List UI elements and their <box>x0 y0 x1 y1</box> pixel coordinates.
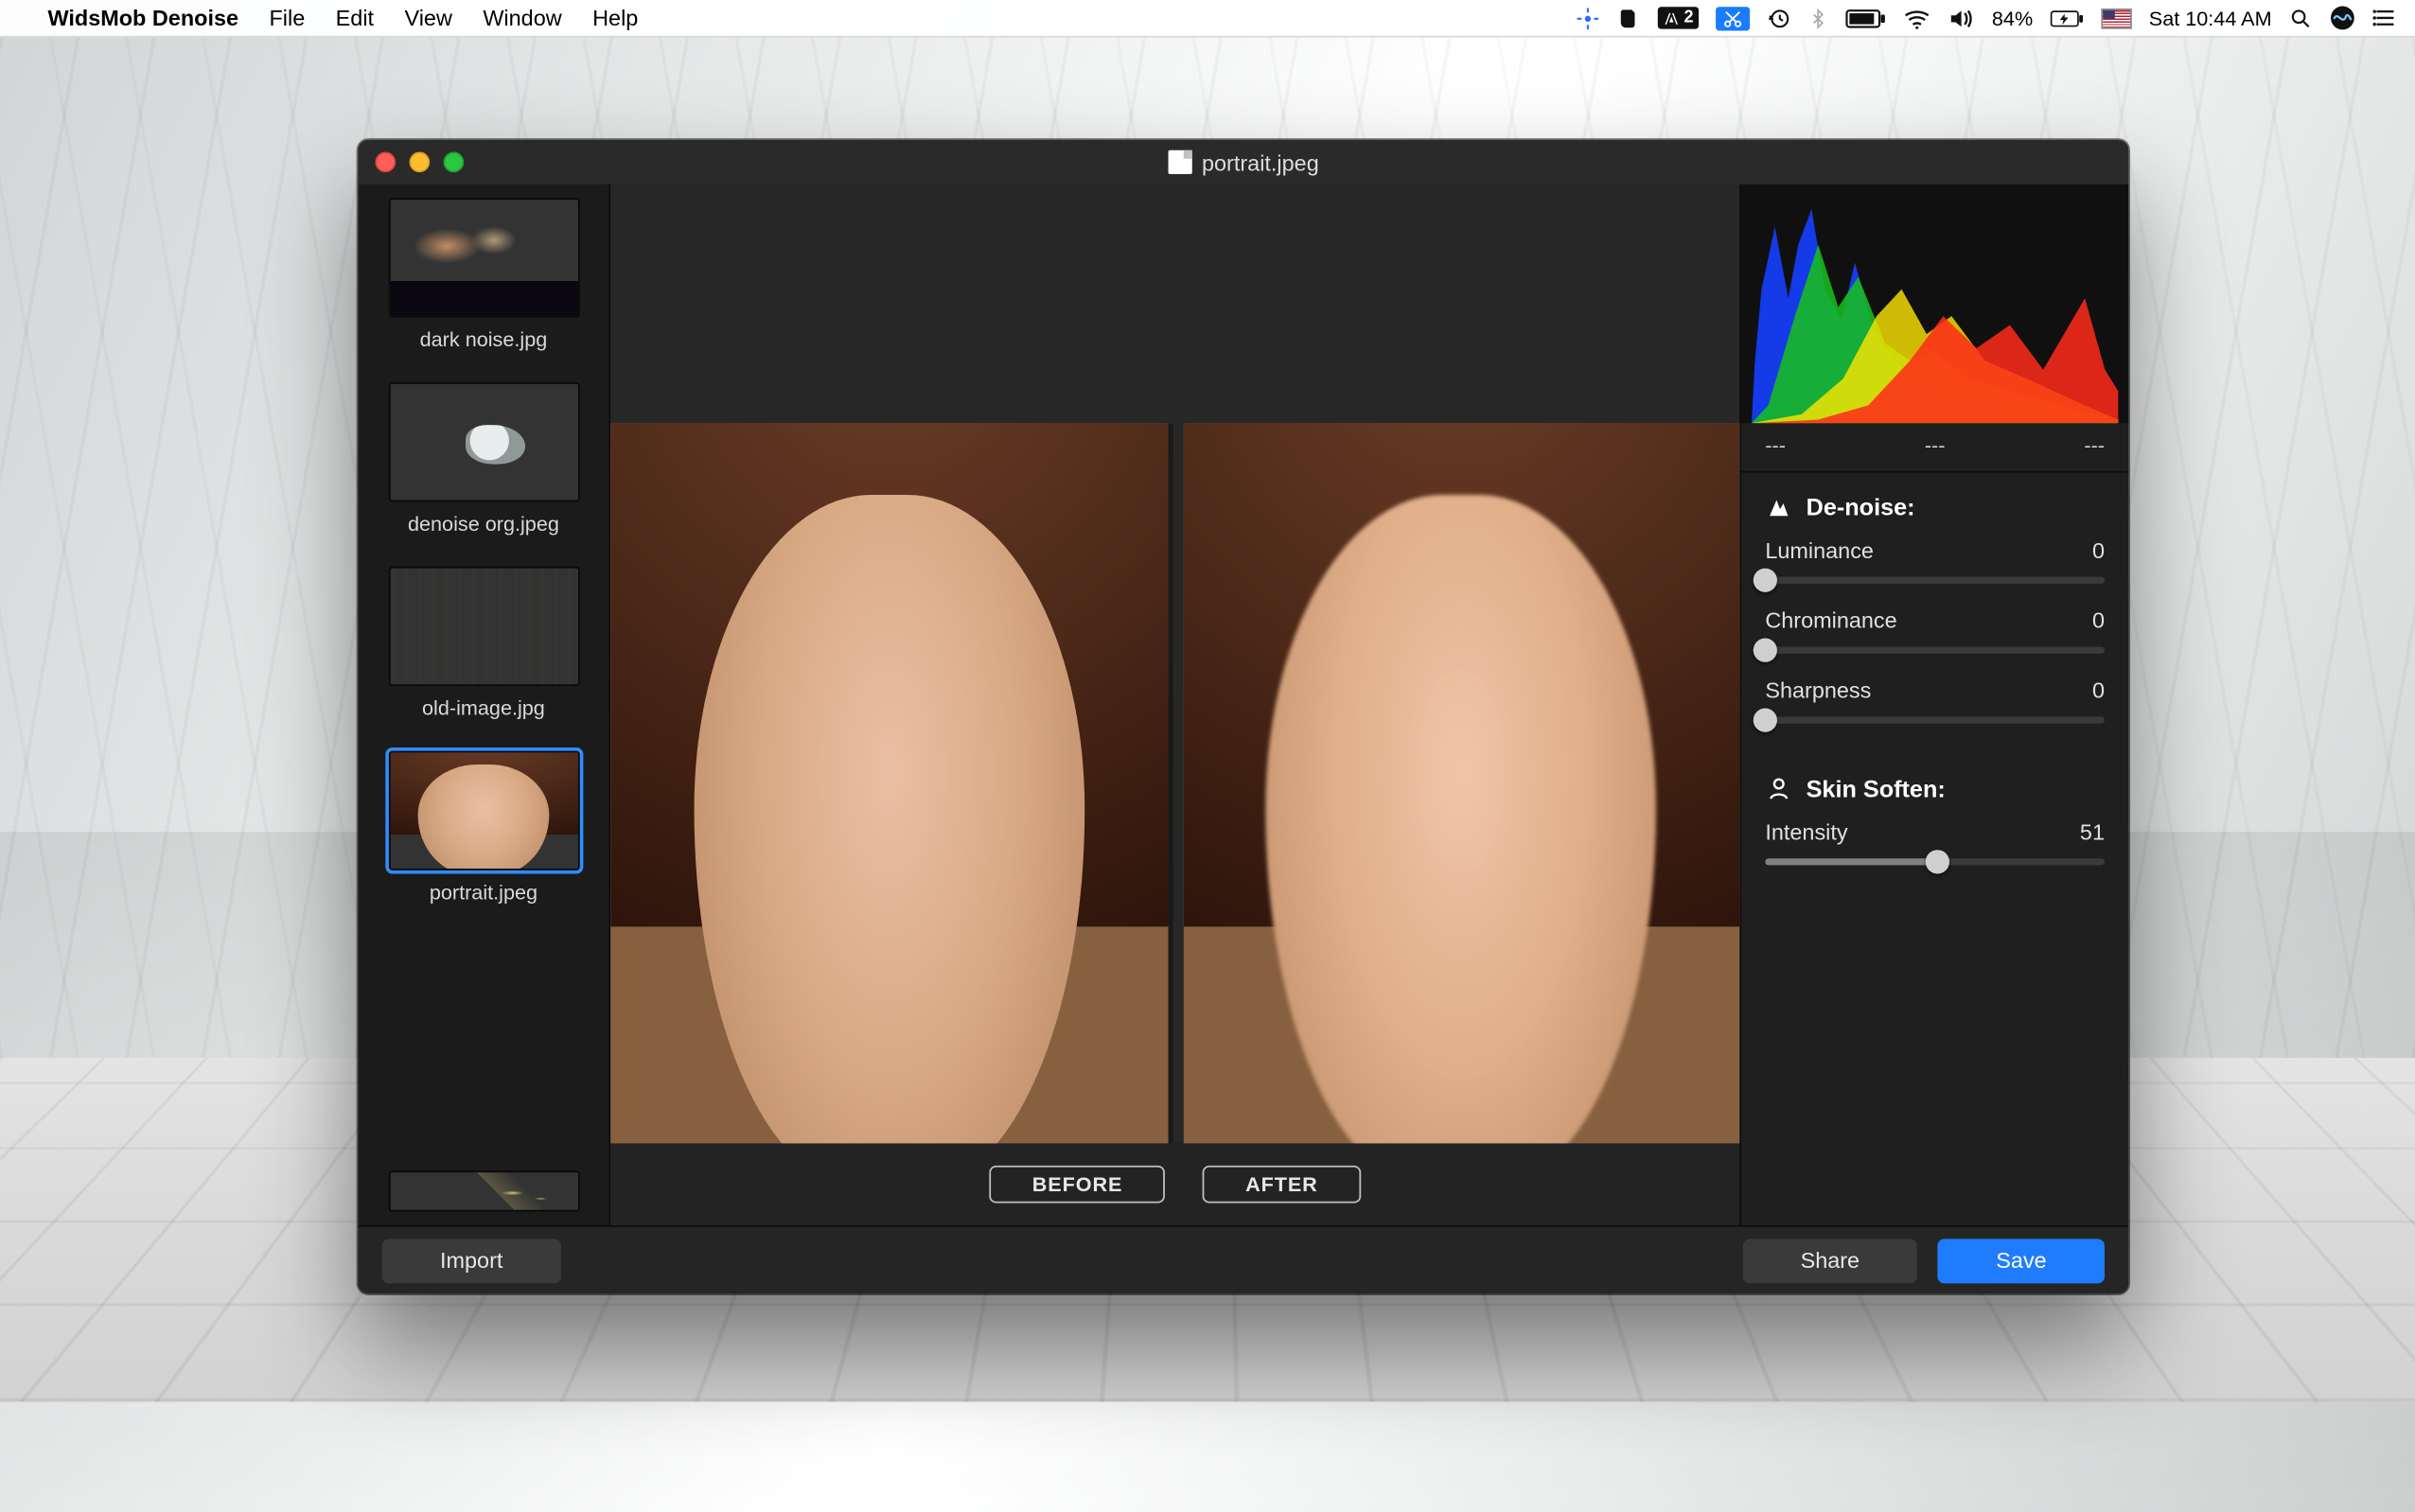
notification-center-icon[interactable] <box>2372 7 2398 28</box>
menubar-item-help[interactable]: Help <box>592 5 638 30</box>
denoise-section-title: De-noise: <box>1807 493 1915 520</box>
chrominance-slider[interactable] <box>1765 647 2105 654</box>
battery-percent: 84% <box>1992 6 2033 29</box>
thumbnail-caption: old-image.jpg <box>422 696 545 720</box>
thumbnail-image <box>388 567 579 686</box>
menubar-app-name[interactable]: WidsMob Denoise <box>47 5 238 30</box>
menubar-item-file[interactable]: File <box>269 5 305 30</box>
window-titlebar[interactable]: portrait.jpeg <box>358 140 2128 185</box>
properties-panel: --- --- --- De-noise: Luminance 0 <box>1739 185 2128 1225</box>
volume-icon[interactable] <box>1948 8 1975 28</box>
portrait-face-after <box>1183 423 1739 1143</box>
spotlight-icon[interactable] <box>2289 6 2313 29</box>
thumbnail-caption: denoise org.jpeg <box>408 512 559 536</box>
import-button[interactable]: Import <box>382 1239 561 1283</box>
thumbnail-caption: portrait.jpeg <box>430 881 538 905</box>
share-button[interactable]: Share <box>1742 1239 1917 1283</box>
before-button[interactable]: BEFORE <box>990 1166 1166 1204</box>
wifi-icon[interactable] <box>1903 8 1930 28</box>
bluetooth-icon[interactable] <box>1807 6 1828 29</box>
save-button[interactable]: Save <box>1938 1239 2105 1283</box>
thumbnail-sidebar[interactable]: dark noise.jpg denoise org.jpeg old-imag… <box>358 185 610 1225</box>
window-title: portrait.jpeg <box>1202 149 1319 175</box>
intensity-value: 51 <box>2080 819 2105 845</box>
thumbnail-item[interactable]: denoise org.jpeg <box>375 382 591 536</box>
siri-icon[interactable] <box>2330 5 2355 30</box>
chrominance-value: 0 <box>2092 607 2105 633</box>
intensity-label: Intensity <box>1765 819 1847 845</box>
menubar-item-edit[interactable]: Edit <box>336 5 374 30</box>
before-image[interactable] <box>610 423 1172 1143</box>
skin-soften-icon <box>1765 775 1792 802</box>
thumbnail-image <box>388 382 579 501</box>
skin-section-title: Skin Soften: <box>1807 775 1946 802</box>
sharpness-value: 0 <box>2092 677 2105 703</box>
evernote-icon[interactable] <box>1617 6 1641 29</box>
time-machine-icon[interactable] <box>1767 6 1790 29</box>
luminance-slider[interactable] <box>1765 577 2105 584</box>
sharpness-label: Sharpness <box>1765 677 1871 703</box>
histogram-value-1: --- <box>1765 433 1786 457</box>
portrait-face <box>390 752 577 869</box>
bottom-toolbar: Import Share Save <box>358 1225 2128 1293</box>
after-button[interactable]: AFTER <box>1203 1166 1361 1204</box>
battery-charge-icon <box>2050 8 2084 28</box>
slider-knob[interactable] <box>1754 708 1777 731</box>
macos-menubar: WidsMob Denoise File Edit View Window He… <box>0 0 2415 38</box>
denoise-icon <box>1765 493 1792 520</box>
thumbnail-item[interactable] <box>375 1170 591 1211</box>
after-image[interactable] <box>1183 423 1739 1143</box>
slider-knob[interactable] <box>1754 639 1777 662</box>
thumbnail-item[interactable]: old-image.jpg <box>375 567 591 720</box>
portrait-face-before <box>610 423 1167 1143</box>
slider-knob[interactable] <box>1927 850 1950 873</box>
thumbnail-item[interactable]: dark noise.jpg <box>375 198 591 351</box>
slider-knob[interactable] <box>1754 569 1777 592</box>
chrominance-label: Chrominance <box>1765 607 1896 633</box>
snip-icon[interactable] <box>1716 6 1750 29</box>
histogram <box>1741 185 2128 424</box>
thumbnail-caption: dark noise.jpg <box>420 327 548 351</box>
battery-icon[interactable] <box>1845 8 1886 28</box>
adobe-cc-icon[interactable]: 2 <box>1658 7 1698 28</box>
location-icon[interactable] <box>1577 6 1600 29</box>
app-window: portrait.jpeg dark noise.jpg denoise org… <box>358 140 2128 1293</box>
thumbnail-image <box>388 751 579 870</box>
luminance-label: Luminance <box>1765 537 1874 563</box>
input-flag-icon[interactable] <box>2101 8 2131 28</box>
adobe-badge-count: 2 <box>1683 9 1693 27</box>
intensity-slider[interactable] <box>1765 858 2105 865</box>
luminance-value: 0 <box>2092 537 2105 563</box>
thumbnail-image <box>388 1170 579 1211</box>
thumbnail-item[interactable]: portrait.jpeg <box>375 751 591 905</box>
menubar-clock[interactable]: Sat 10:44 AM <box>2149 6 2272 29</box>
menubar-item-window[interactable]: Window <box>483 5 561 30</box>
canvas-area: BEFORE AFTER <box>610 185 1739 1225</box>
histogram-value-3: --- <box>2084 433 2105 457</box>
histogram-value-2: --- <box>1925 433 1946 457</box>
thumbnail-image <box>388 198 579 317</box>
sharpness-slider[interactable] <box>1765 717 2105 724</box>
document-icon <box>1168 150 1191 174</box>
menubar-item-view[interactable]: View <box>405 5 452 30</box>
